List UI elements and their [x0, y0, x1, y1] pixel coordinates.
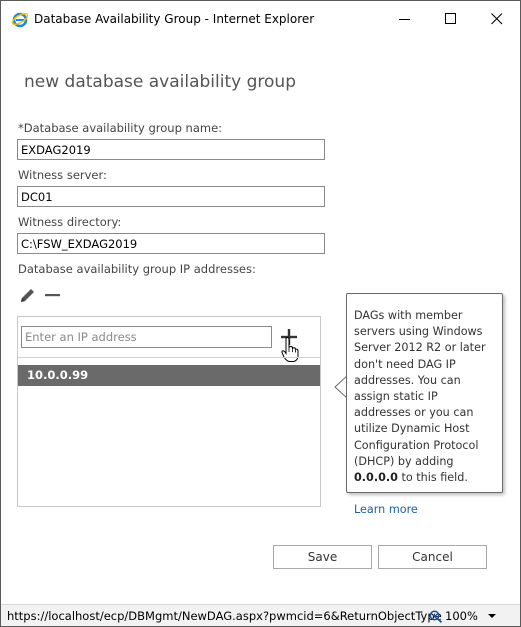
callout-text-end: to this field.: [397, 471, 468, 485]
witness-server-label: Witness server:: [18, 168, 107, 182]
maximize-icon: [445, 13, 456, 24]
ip-address-row[interactable]: 10.0.0.99: [18, 365, 320, 386]
ip-addresses-label: Database availability group IP addresses…: [18, 262, 256, 276]
minimize-icon: [399, 19, 410, 20]
callout-text: DAGs with member servers using Windows S…: [354, 309, 486, 468]
maximize-button[interactable]: [428, 1, 474, 37]
dag-name-label: *Database availability group name:: [18, 121, 223, 135]
minimize-button[interactable]: [382, 1, 428, 37]
dag-name-input[interactable]: EXDAG2019: [17, 139, 325, 160]
ip-panel-divider: [18, 357, 320, 358]
zoom-icon[interactable]: [429, 610, 443, 623]
witness-server-input[interactable]: DC01: [17, 186, 325, 207]
pencil-icon[interactable]: [19, 286, 37, 304]
hand-cursor-icon: [281, 337, 299, 362]
witness-directory-input[interactable]: C:\FSW_EXDAG2019: [17, 233, 325, 254]
close-icon: [491, 13, 503, 25]
save-button[interactable]: Save: [273, 545, 372, 569]
close-button[interactable]: [474, 1, 520, 37]
info-callout: DAGs with member servers using Windows S…: [346, 293, 503, 516]
ip-address-input[interactable]: Enter an IP address: [21, 326, 272, 348]
browser-window: Database Availability Group - Internet E…: [0, 0, 521, 627]
minus-icon[interactable]: [44, 286, 62, 304]
status-bar: https://localhost/ecp/DBMgmt/NewDAG.aspx…: [1, 604, 520, 626]
title-bar[interactable]: Database Availability Group - Internet E…: [1, 1, 520, 37]
status-url: https://localhost/ecp/DBMgmt/NewDAG.aspx…: [7, 609, 442, 623]
callout-bold-value: 0.0.0.0: [354, 471, 398, 485]
chevron-down-icon[interactable]: [486, 612, 498, 620]
page-title: new database availability group: [24, 72, 296, 93]
window-title: Database Availability Group - Internet E…: [34, 12, 315, 26]
zoom-level[interactable]: 100%: [445, 609, 478, 623]
internet-explorer-icon: [11, 12, 29, 28]
cancel-button[interactable]: Cancel: [378, 545, 487, 569]
learn-more-link[interactable]: Learn more: [354, 502, 496, 518]
witness-directory-label: Witness directory:: [18, 215, 122, 229]
